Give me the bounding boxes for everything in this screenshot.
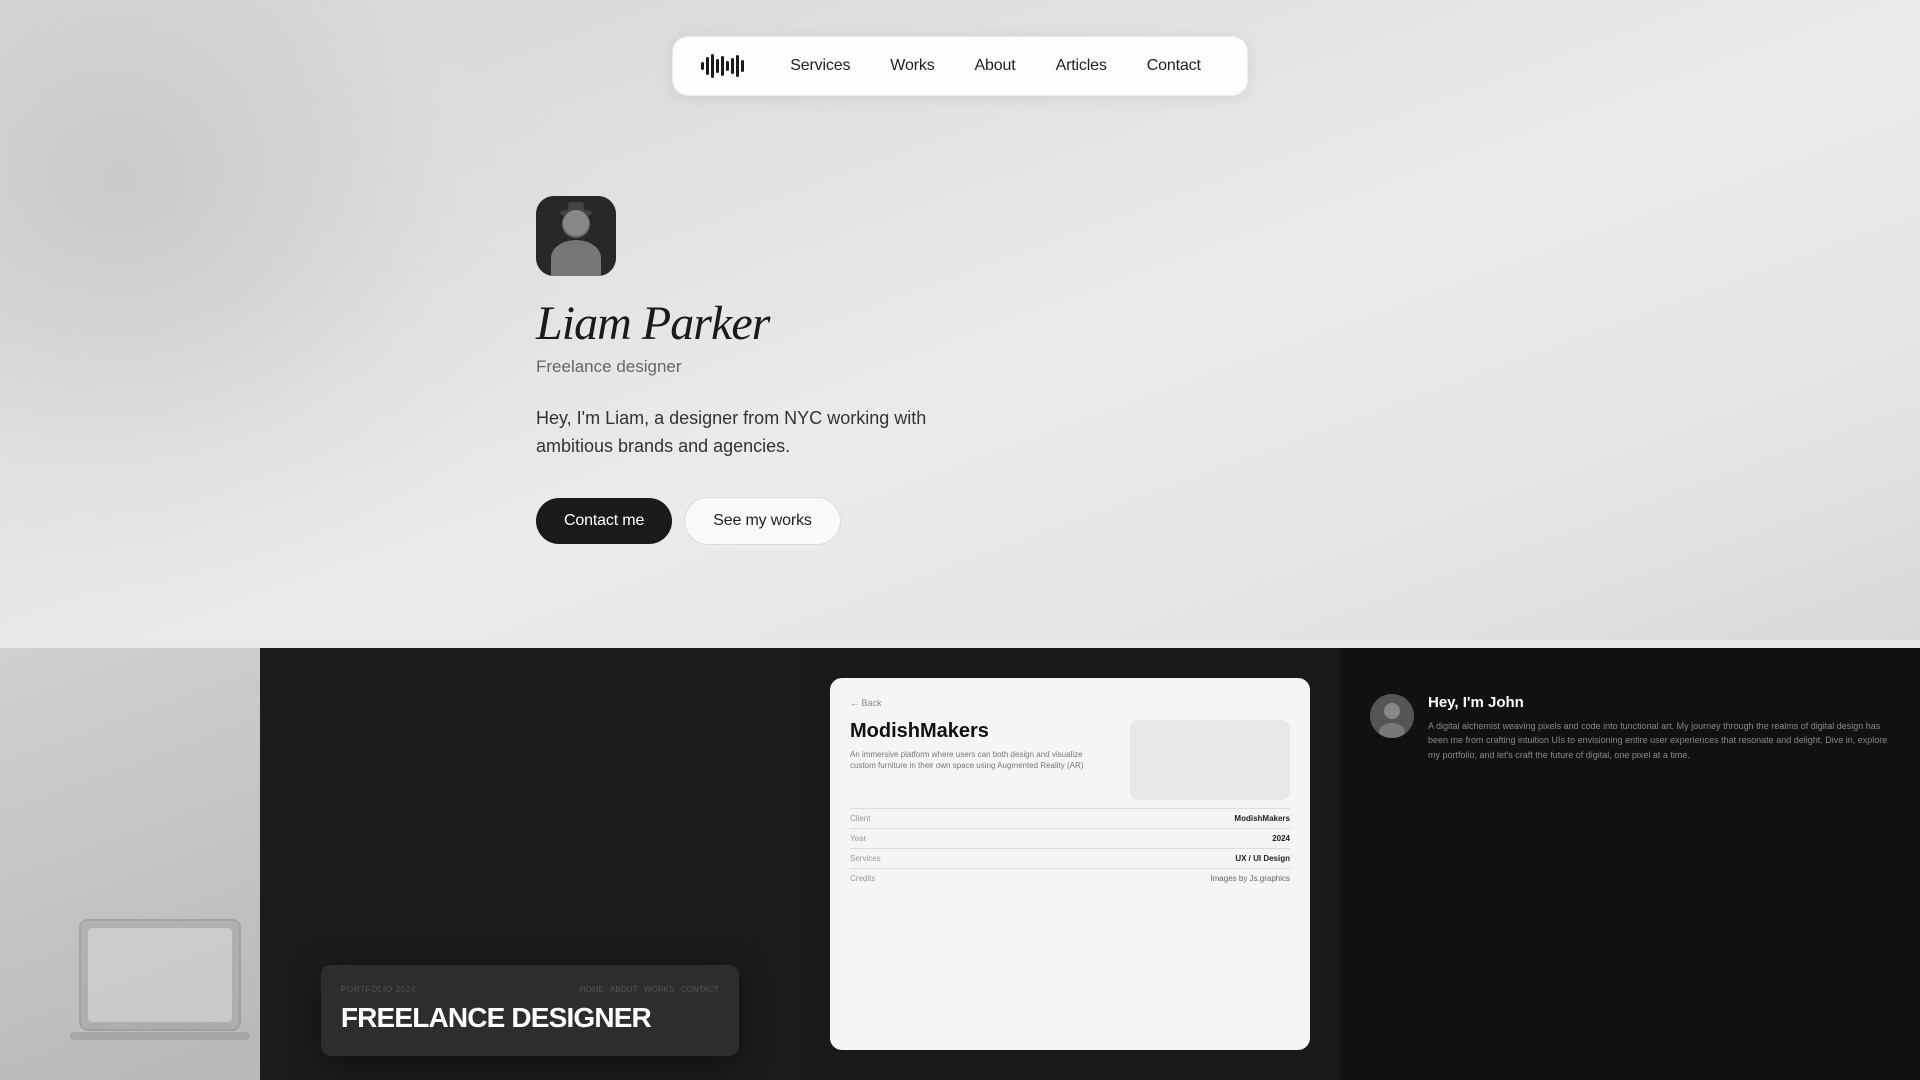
see-works-button[interactable]: See my works xyxy=(684,497,841,545)
hero-buttons: Contact me See my works xyxy=(536,497,841,545)
portfolio-card-4[interactable]: Hey, I'm John A digital alchemist weavin… xyxy=(1340,648,1920,1080)
card-2-label: PORTFOLIO 2024 xyxy=(341,985,416,994)
card-2-header: PORTFOLIO 2024 HOME ABOUT WORKS CONTACT xyxy=(341,985,719,994)
hero-description: Hey, I'm Liam, a designer from NYC worki… xyxy=(536,405,960,461)
portfolio-strip: PORTFOLIO 2024 HOME ABOUT WORKS CONTACT … xyxy=(0,648,1920,1080)
table-row-year: Year 2024 xyxy=(850,828,1290,848)
card-1-inner xyxy=(0,648,260,1080)
card-4-avatar xyxy=(1370,694,1414,738)
hero-section: Liam Parker Freelance designer Hey, I'm … xyxy=(0,96,960,545)
label-credits: Credits xyxy=(850,874,875,883)
wave-bar-9 xyxy=(741,60,744,72)
logo[interactable] xyxy=(701,52,744,80)
wave-bar-7 xyxy=(731,58,734,74)
value-services: UX / UI Design xyxy=(1235,854,1290,863)
wave-bar-8 xyxy=(736,55,739,77)
table-row-client: Client ModishMakers xyxy=(850,808,1290,828)
label-services: Services xyxy=(850,854,881,863)
contact-me-button[interactable]: Contact me xyxy=(536,498,672,544)
card-2-title: FREELANCE DESIGNER xyxy=(341,1004,719,1032)
nav-articles[interactable]: Articles xyxy=(1038,49,1125,83)
card-3-image xyxy=(1130,720,1290,800)
nav-contact[interactable]: Contact xyxy=(1129,49,1219,83)
label-year: Year xyxy=(850,834,866,843)
wave-bar-2 xyxy=(706,57,709,75)
wave-bar-3 xyxy=(711,54,714,78)
label-client: Client xyxy=(850,814,870,823)
wave-bar-5 xyxy=(721,56,724,76)
card-4-greeting: Hey, I'm John xyxy=(1428,694,1890,711)
card-3-table: Client ModishMakers Year 2024 Services U… xyxy=(850,808,1290,888)
card-2-nav-links: HOME ABOUT WORKS CONTACT xyxy=(580,985,719,994)
card-4-description: A digital alchemist weaving pixels and c… xyxy=(1428,719,1890,762)
card-3-back: ← Back xyxy=(850,698,1290,708)
nav-about[interactable]: About xyxy=(957,49,1034,83)
wave-bar-1 xyxy=(701,62,704,70)
wave-bar-6 xyxy=(726,61,729,71)
avatar xyxy=(536,196,616,276)
avatar-image xyxy=(536,196,616,276)
portfolio-card-3[interactable]: ← Back ModishMakers An immersive platfor… xyxy=(800,648,1340,1080)
hero-name: Liam Parker xyxy=(536,296,769,351)
nav-links: Services Works About Articles Contact xyxy=(772,49,1219,83)
value-credits: Images by Js.graphics xyxy=(1210,874,1290,883)
value-year: 2024 xyxy=(1272,834,1290,843)
waveform-icon xyxy=(701,52,744,80)
value-client: ModishMakers xyxy=(1234,814,1290,823)
nav-works[interactable]: Works xyxy=(872,49,952,83)
card-3-description: An immersive platform where users can bo… xyxy=(850,749,1110,771)
laptop-illustration xyxy=(70,910,260,1070)
table-row-credits: Credits Images by Js.graphics xyxy=(850,868,1290,888)
hero-subtitle: Freelance designer xyxy=(536,357,682,377)
card-3-mockup: ← Back ModishMakers An immersive platfor… xyxy=(830,678,1310,1050)
table-row-services: Services UX / UI Design xyxy=(850,848,1290,868)
navbar-inner: Services Works About Articles Contact xyxy=(672,36,1248,96)
portfolio-card-1[interactable] xyxy=(0,648,260,1080)
nav-services[interactable]: Services xyxy=(772,49,868,83)
wave-bar-4 xyxy=(716,59,719,73)
navbar: Services Works About Articles Contact xyxy=(0,0,1920,96)
card-2-mockup: PORTFOLIO 2024 HOME ABOUT WORKS CONTACT … xyxy=(321,965,739,1056)
card-4-content: Hey, I'm John A digital alchemist weavin… xyxy=(1428,694,1890,1050)
portfolio-card-2[interactable]: PORTFOLIO 2024 HOME ABOUT WORKS CONTACT … xyxy=(260,648,800,1080)
